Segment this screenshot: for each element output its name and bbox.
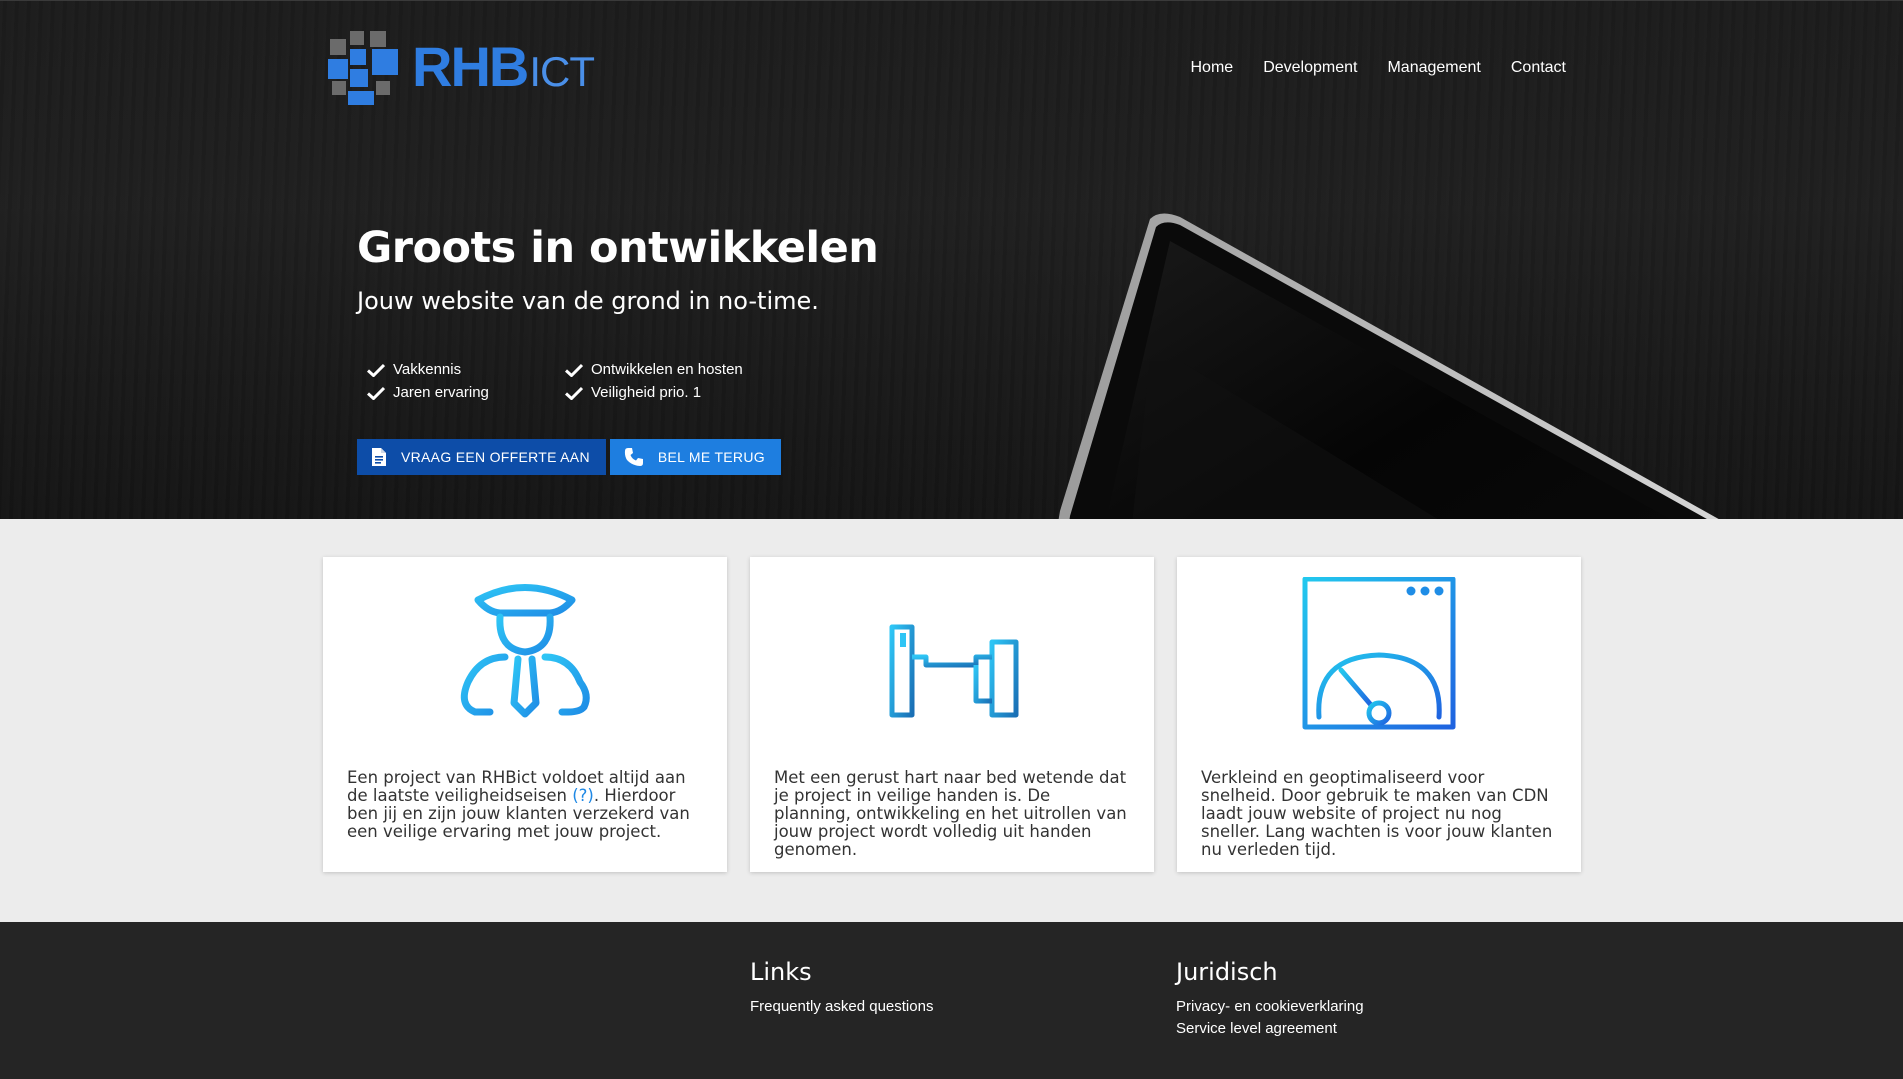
logo-rhb: RHB <box>412 34 529 98</box>
feature-cards: Een project van RHBict voldoet altijd aa… <box>323 557 1581 872</box>
call-me-back-button[interactable]: BEL ME TERUG <box>609 439 781 475</box>
request-quote-button[interactable]: VRAAG EEN OFFERTE AAN <box>357 439 606 475</box>
document-icon <box>372 448 386 466</box>
feature-item: Veiligheid prio. 1 <box>565 384 785 401</box>
card-peace-of-mind: Met een gerust hart naar bed wetende dat… <box>750 557 1154 872</box>
security-guard-icon <box>460 584 590 718</box>
phone-icon <box>624 448 643 466</box>
check-icon <box>565 386 583 400</box>
feature-item: Jaren ervaring <box>367 384 565 401</box>
logo-wordmark: RHBICT <box>412 38 595 96</box>
nav-development[interactable]: Development <box>1263 59 1357 77</box>
footer: Links Frequently asked questions Juridis… <box>0 922 1903 1079</box>
check-icon <box>565 363 583 377</box>
feature-label: Jaren ervaring <box>393 384 489 401</box>
feature-item: Ontwikkelen en hosten <box>565 361 785 378</box>
feature-item: Vakkennis <box>367 361 565 378</box>
speed-gauge-icon <box>1302 577 1456 730</box>
footer-legal-heading: Juridisch <box>1176 958 1278 986</box>
nav-home[interactable]: Home <box>1191 59 1234 77</box>
hero-title: Groots in ontwikkelen <box>357 223 879 273</box>
bed-icon <box>889 624 1019 718</box>
security-info-link[interactable]: (?) <box>572 786 594 805</box>
feature-label: Ontwikkelen en hosten <box>591 361 743 378</box>
card-peace-of-mind-text: Met een gerust hart naar bed wetende dat… <box>774 768 1127 859</box>
logo-ict: ICT <box>529 47 595 95</box>
card-speed: Verkleind en geoptimaliseerd voor snelhe… <box>1177 557 1581 872</box>
check-icon <box>367 386 385 400</box>
sla-link[interactable]: Service level agreement <box>1176 1018 1364 1040</box>
privacy-link[interactable]: Privacy- en cookieverklaring <box>1176 996 1364 1018</box>
footer-legal-column: Juridisch Privacy- en cookieverklaring S… <box>1176 958 1364 1040</box>
request-quote-label: VRAAG EEN OFFERTE AAN <box>401 449 590 465</box>
card-security-text: Een project van RHBict voldoet altijd aa… <box>347 769 703 841</box>
call-me-back-label: BEL ME TERUG <box>657 449 765 465</box>
faq-link[interactable]: Frequently asked questions <box>750 996 933 1018</box>
feature-label: Veiligheid prio. 1 <box>591 384 702 401</box>
main-nav: Home Development Management Contact <box>1191 59 1567 77</box>
nav-management[interactable]: Management <box>1387 59 1480 77</box>
feature-list: Vakkennis Ontwikkelen en hosten Jaren er… <box>367 361 787 401</box>
footer-links-column: Links Frequently asked questions <box>750 958 933 1018</box>
check-icon <box>367 363 385 377</box>
footer-links-heading: Links <box>750 958 812 986</box>
nav-contact[interactable]: Contact <box>1511 59 1566 77</box>
card-speed-text: Verkleind en geoptimaliseerd voor snelhe… <box>1201 768 1553 859</box>
hero-subtitle: Jouw website van de grond in no-time. <box>357 287 819 315</box>
hero-section: RHBICT Home Development Management Conta… <box>0 0 1903 519</box>
hero-buttons: VRAAG EEN OFFERTE AAN BEL ME TERUG <box>357 439 781 475</box>
feature-label: Vakkennis <box>393 361 462 378</box>
logo-mark-icon <box>328 29 404 105</box>
card-security: Een project van RHBict voldoet altijd aa… <box>323 557 727 872</box>
laptop-image <box>1058 213 1719 519</box>
logo[interactable]: RHBICT <box>328 29 595 105</box>
